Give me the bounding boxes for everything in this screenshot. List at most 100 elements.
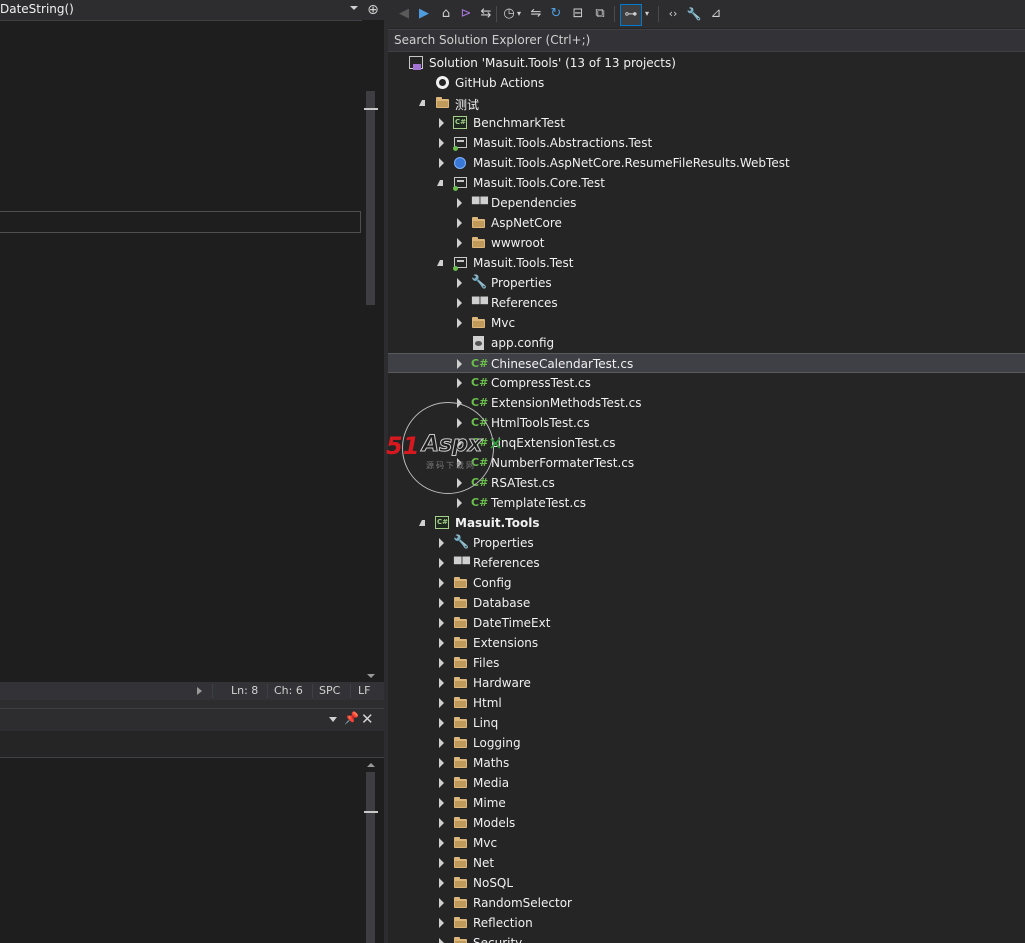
tree-item[interactable]: Mvc — [388, 313, 1025, 333]
tree-item[interactable]: ■■ References — [388, 553, 1025, 573]
collapsed-arrow-icon[interactable] — [439, 538, 444, 548]
collapsed-arrow-icon[interactable] — [439, 758, 444, 768]
tree-item[interactable]: 测试 — [388, 93, 1025, 113]
refresh-icon[interactable]: ↻ — [548, 4, 564, 24]
collapsed-arrow-icon[interactable] — [439, 138, 444, 148]
expanded-arrow-icon[interactable] — [419, 520, 425, 526]
tree-item[interactable]: Security — [388, 933, 1025, 943]
collapsed-arrow-icon[interactable] — [457, 378, 462, 388]
sync-with-document-icon[interactable]: ⇆ — [478, 4, 494, 24]
collapsed-arrow-icon[interactable] — [457, 298, 462, 308]
tree-item[interactable]: ■■ Dependencies — [388, 193, 1025, 213]
expanded-arrow-icon[interactable] — [437, 180, 443, 186]
tree-item[interactable]: Database — [388, 593, 1025, 613]
collapsed-arrow-icon[interactable] — [457, 318, 462, 328]
close-icon[interactable]: ✕ — [361, 710, 374, 728]
tree-item[interactable]: wwwroot — [388, 233, 1025, 253]
collapsed-arrow-icon[interactable] — [457, 218, 462, 228]
pin-icon[interactable]: 📌 — [344, 711, 359, 725]
chevron-down-icon[interactable] — [350, 6, 358, 10]
forward-icon[interactable]: ▶ — [416, 4, 432, 24]
window-position-dropdown-icon[interactable] — [329, 717, 337, 722]
tree-item[interactable]: C# NumberFormaterTest.cs — [388, 453, 1025, 473]
collapsed-arrow-icon[interactable] — [457, 238, 462, 248]
expanded-arrow-icon[interactable] — [419, 100, 425, 106]
whitespace-mode-indicator[interactable]: SPC — [319, 684, 340, 697]
collapsed-arrow-icon[interactable] — [457, 278, 462, 288]
tree-item[interactable]: C# LinqExtensionTest.cs — [388, 433, 1025, 453]
tree-item[interactable]: Html — [388, 693, 1025, 713]
tree-item[interactable]: ■■ References — [388, 293, 1025, 313]
tree-item[interactable]: Masuit.Tools.AspNetCore.ResumeFileResult… — [388, 153, 1025, 173]
visual-studio-icon[interactable]: ⊳ — [458, 4, 474, 24]
collapsed-arrow-icon[interactable] — [439, 898, 444, 908]
tree-item[interactable]: Files — [388, 653, 1025, 673]
tree-item[interactable]: NoSQL — [388, 873, 1025, 893]
tree-item[interactable]: Extensions — [388, 633, 1025, 653]
split-editor-icon[interactable]: ⊕ — [362, 0, 384, 20]
home-icon[interactable]: ⌂ — [438, 4, 454, 24]
view-code-icon[interactable]: ‹› — [664, 4, 682, 24]
tree-item[interactable]: 🔧 Properties — [388, 273, 1025, 293]
collapsed-arrow-icon[interactable] — [439, 858, 444, 868]
tree-item[interactable]: Reflection — [388, 913, 1025, 933]
collapsed-arrow-icon[interactable] — [439, 578, 444, 588]
collapsed-arrow-icon[interactable] — [439, 658, 444, 668]
collapsed-arrow-icon[interactable] — [439, 558, 444, 568]
tree-item[interactable]: GitHub Actions — [388, 73, 1025, 93]
collapsed-arrow-icon[interactable] — [457, 359, 462, 369]
tree-item[interactable]: Masuit.Tools.Abstractions.Test — [388, 133, 1025, 153]
tree-item[interactable]: Mvc — [388, 833, 1025, 853]
collapsed-arrow-icon[interactable] — [457, 198, 462, 208]
collapsed-arrow-icon[interactable] — [457, 398, 462, 408]
tree-item[interactable]: RandomSelector — [388, 893, 1025, 913]
collapsed-arrow-icon[interactable] — [439, 598, 444, 608]
collapsed-arrow-icon[interactable] — [457, 498, 462, 508]
tree-item[interactable]: Mime — [388, 793, 1025, 813]
expanded-arrow-icon[interactable] — [437, 260, 443, 266]
tree-item[interactable]: 🔧 Properties — [388, 533, 1025, 553]
tree-item[interactable]: Maths — [388, 753, 1025, 773]
chevron-down-icon[interactable]: ▾ — [642, 4, 652, 24]
tree-item[interactable]: Config — [388, 573, 1025, 593]
collapsed-arrow-icon[interactable] — [439, 698, 444, 708]
tree-item[interactable]: AspNetCore — [388, 213, 1025, 233]
tree-item[interactable]: Logging — [388, 733, 1025, 753]
class-view-icon[interactable]: ⊶ — [620, 4, 642, 26]
collapsed-arrow-icon[interactable] — [457, 438, 462, 448]
tree-item[interactable]: Linq — [388, 713, 1025, 733]
search-solution-explorer-input[interactable]: Search Solution Explorer (Ctrl+;) — [388, 29, 1025, 52]
scroll-down-icon[interactable] — [367, 674, 375, 678]
collapsed-arrow-icon[interactable] — [439, 118, 444, 128]
line-ending-indicator[interactable]: LF — [358, 684, 370, 697]
scroll-up-icon[interactable] — [367, 763, 375, 767]
member-navigation-dropdown[interactable]: DateString() — [0, 0, 362, 21]
collapsed-arrow-icon[interactable] — [439, 718, 444, 728]
switch-views-icon[interactable]: ⇋ — [528, 4, 544, 24]
tree-item[interactable]: C# ExtensionMethodsTest.cs — [388, 393, 1025, 413]
tree-item[interactable]: DateTimeExt — [388, 613, 1025, 633]
collapsed-arrow-icon[interactable] — [439, 638, 444, 648]
tree-item[interactable]: C# Masuit.Tools — [388, 513, 1025, 533]
tree-item[interactable]: app.config — [388, 333, 1025, 353]
code-editor[interactable] — [0, 21, 362, 682]
back-icon[interactable]: ◀ — [396, 4, 412, 24]
tool-window-vertical-scrollbar[interactable] — [362, 758, 380, 943]
tree-item[interactable]: C# ChineseCalendarTest.cs — [388, 353, 1025, 373]
collapsed-arrow-icon[interactable] — [457, 418, 462, 428]
tree-item[interactable]: C# BenchmarkTest — [388, 113, 1025, 133]
column-number-indicator[interactable]: Ch: 6 — [274, 684, 303, 697]
line-number-indicator[interactable]: Ln: 8 — [231, 684, 258, 697]
collapsed-arrow-icon[interactable] — [439, 938, 444, 943]
collapse-all-icon[interactable]: ⊟ — [570, 4, 586, 24]
collapsed-arrow-icon[interactable] — [439, 678, 444, 688]
tree-item[interactable]: Masuit.Tools.Core.Test — [388, 173, 1025, 193]
collapsed-arrow-icon[interactable] — [439, 738, 444, 748]
tree-item[interactable]: C# HtmlToolsTest.cs — [388, 413, 1025, 433]
collapsed-arrow-icon[interactable] — [457, 478, 462, 488]
collapsed-arrow-icon[interactable] — [439, 618, 444, 628]
tree-item[interactable]: C# RSATest.cs — [388, 473, 1025, 493]
tree-item[interactable]: Models — [388, 813, 1025, 833]
collapsed-arrow-icon[interactable] — [439, 918, 444, 928]
collapsed-arrow-icon[interactable] — [439, 818, 444, 828]
